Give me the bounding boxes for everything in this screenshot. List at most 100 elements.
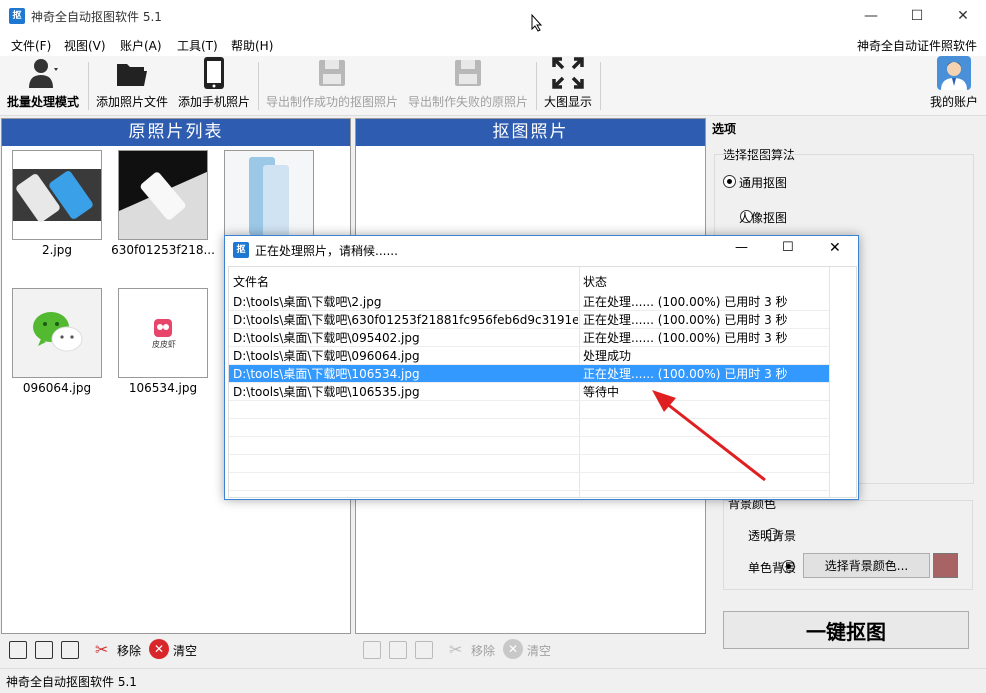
options-label: 选项 — [712, 122, 737, 136]
large-view-button[interactable]: 大图显示 — [540, 56, 596, 114]
export-failed-label: 导出制作失败的原照片 — [407, 95, 528, 109]
export-success-button[interactable]: 导出制作成功的抠图照片 — [262, 56, 402, 114]
column-header-file[interactable]: 文件名 — [233, 273, 578, 291]
left-panel-toolbar: ✂ 移除 ✕ 清空 — [1, 635, 351, 665]
title-bar: 抠 神奇全自动抠图软件 5.1 — ☐ ✕ — [0, 0, 986, 32]
close-button[interactable]: ✕ — [940, 0, 986, 32]
my-account-button[interactable]: 我的账户 — [926, 56, 982, 114]
mouse-cursor-icon — [531, 14, 543, 32]
file-name: D:\tools\桌面\下载吧\630f01253f21881fc956feb6… — [233, 313, 578, 327]
add-files-button[interactable]: 添加照片文件 — [92, 56, 172, 114]
phone-icon — [197, 56, 231, 90]
maximize-button[interactable]: ☐ — [894, 0, 940, 32]
add-phone-label: 添加手机照片 — [177, 95, 250, 109]
status-text: 神奇全自动抠图软件 5.1 — [6, 675, 137, 689]
file-status: 等待中 — [583, 385, 620, 399]
batch-mode-button[interactable]: 批量处理模式 — [3, 56, 83, 114]
algo-portrait-label[interactable]: 人像抠图 — [739, 209, 787, 226]
clear-button[interactable]: 清空 — [173, 642, 197, 659]
clear-icon[interactable]: ✕ — [149, 639, 169, 659]
file-name: D:\tools\桌面\下载吧\096064.jpg — [233, 349, 420, 363]
list-item[interactable]: D:\tools\桌面\下载吧\096064.jpg 处理成功 — [229, 347, 829, 365]
toolbar-separator — [600, 62, 601, 110]
original-list-title: 原照片列表 — [2, 119, 350, 146]
algo-general-label[interactable]: 通用抠图 — [739, 174, 787, 191]
app-logo: 抠 — [233, 242, 249, 258]
thumbnail-caption: 106534.jpg — [128, 381, 198, 395]
bg-solid-label[interactable]: 单色背景 — [748, 559, 796, 576]
file-name: D:\tools\桌面\下载吧\106535.jpg — [233, 385, 420, 399]
menu-bar: 文件(F) 视图(V) 账户(A) 工具(T) 帮助(H) 神奇全自动证件照软件 — [0, 32, 986, 56]
batch-mode-label: 批量处理模式 — [6, 95, 79, 109]
bg-color-swatch[interactable] — [933, 553, 958, 578]
avatar-icon — [937, 56, 971, 90]
list-header: 文件名 状态 — [229, 273, 829, 291]
check-all-icon[interactable] — [363, 641, 381, 659]
dialog-close-button[interactable]: ✕ — [829, 240, 841, 256]
save-icon — [315, 56, 349, 90]
app-logo: 抠 — [9, 8, 25, 24]
list-item[interactable]: D:\tools\桌面\下载吧\2.jpg 正在处理...... (100.00… — [229, 293, 829, 311]
add-phone-button[interactable]: 添加手机照片 — [174, 56, 254, 114]
menu-tools[interactable]: 工具(T) — [177, 37, 218, 54]
remove-icon[interactable]: ✂ — [449, 640, 462, 659]
algo-general-radio[interactable] — [723, 175, 736, 188]
menu-account[interactable]: 账户(A) — [120, 37, 162, 54]
file-name: D:\tools\桌面\下载吧\095402.jpg — [233, 331, 420, 345]
add-files-label: 添加照片文件 — [95, 95, 168, 109]
check-all-icon[interactable] — [9, 641, 27, 659]
dialog-maximize-button[interactable]: ☐ — [782, 240, 794, 255]
expand-icon — [551, 56, 585, 90]
menu-view[interactable]: 视图(V) — [64, 37, 106, 54]
choose-bg-color-button[interactable]: 选择背景颜色... — [803, 553, 930, 578]
dialog-minimize-button[interactable]: — — [735, 240, 748, 255]
id-photo-software-link[interactable]: 神奇全自动证件照软件 — [857, 37, 977, 54]
menu-help[interactable]: 帮助(H) — [231, 37, 273, 54]
my-account-label: 我的账户 — [929, 95, 978, 109]
file-status: 正在处理...... (100.00%) 已用时 3 秒 — [583, 331, 788, 345]
thumbnail-caption: 096064.jpg — [22, 381, 92, 395]
save-icon — [451, 56, 485, 90]
invert-select-icon[interactable] — [415, 641, 433, 659]
file-status: 正在处理...... (100.00%) 已用时 3 秒 — [583, 295, 788, 309]
window-title: 神奇全自动抠图软件 5.1 — [31, 10, 162, 24]
mid-panel-toolbar: ✂ 移除 ✕ 清空 — [355, 635, 706, 665]
remove-icon[interactable]: ✂ — [95, 640, 108, 659]
minimize-button[interactable]: — — [848, 0, 894, 32]
status-bar: 神奇全自动抠图软件 5.1 — [0, 668, 986, 693]
photo-thumbnail[interactable] — [12, 150, 102, 240]
file-status: 处理成功 — [583, 349, 632, 363]
uncheck-all-icon[interactable] — [389, 641, 407, 659]
file-name: D:\tools\桌面\下载吧\2.jpg — [233, 295, 382, 309]
thumbnail-caption: 630f01253f218... — [111, 243, 215, 257]
toolbar: 批量处理模式 添加照片文件 添加手机照片 导出制作成功的抠图照片 导出制作失败的… — [0, 56, 986, 116]
photo-thumbnail[interactable] — [118, 150, 208, 240]
menu-file[interactable]: 文件(F) — [11, 37, 51, 54]
photo-thumbnail[interactable] — [224, 150, 314, 240]
list-item[interactable]: D:\tools\桌面\下载吧\630f01253f21881fc956feb6… — [229, 311, 829, 329]
column-header-status[interactable]: 状态 — [583, 273, 607, 291]
invert-select-icon[interactable] — [61, 641, 79, 659]
large-view-label: 大图显示 — [543, 95, 592, 109]
clear-button[interactable]: 清空 — [527, 642, 551, 659]
photo-thumbnail[interactable] — [12, 288, 102, 378]
toolbar-separator — [88, 62, 89, 110]
brand-text: 皮皮虾 — [152, 340, 176, 349]
thumbnail-caption: 2.jpg — [41, 243, 73, 257]
folder-icon — [115, 56, 149, 90]
file-name: D:\tools\桌面\下载吧\106534.jpg — [233, 367, 420, 381]
remove-button[interactable]: 移除 — [471, 642, 495, 659]
dialog-title: 正在处理照片，请稍候...... — [255, 244, 398, 258]
bg-transparent-label[interactable]: 透明背景 — [748, 527, 796, 544]
annotation-arrow — [652, 390, 766, 482]
users-icon — [26, 56, 60, 90]
clear-icon[interactable]: ✕ — [503, 639, 523, 659]
one-click-cutout-button[interactable]: 一键抠图 — [723, 611, 969, 649]
export-success-label: 导出制作成功的抠图照片 — [265, 95, 398, 109]
uncheck-all-icon[interactable] — [35, 641, 53, 659]
dialog-title-bar: 抠 正在处理照片，请稍候...... — ☐ ✕ — [225, 236, 858, 264]
photo-thumbnail[interactable]: 皮皮虾 — [118, 288, 208, 378]
list-item[interactable]: D:\tools\桌面\下载吧\095402.jpg 正在处理...... (1… — [229, 329, 829, 347]
remove-button[interactable]: 移除 — [117, 642, 141, 659]
export-failed-button[interactable]: 导出制作失败的原照片 — [404, 56, 532, 114]
